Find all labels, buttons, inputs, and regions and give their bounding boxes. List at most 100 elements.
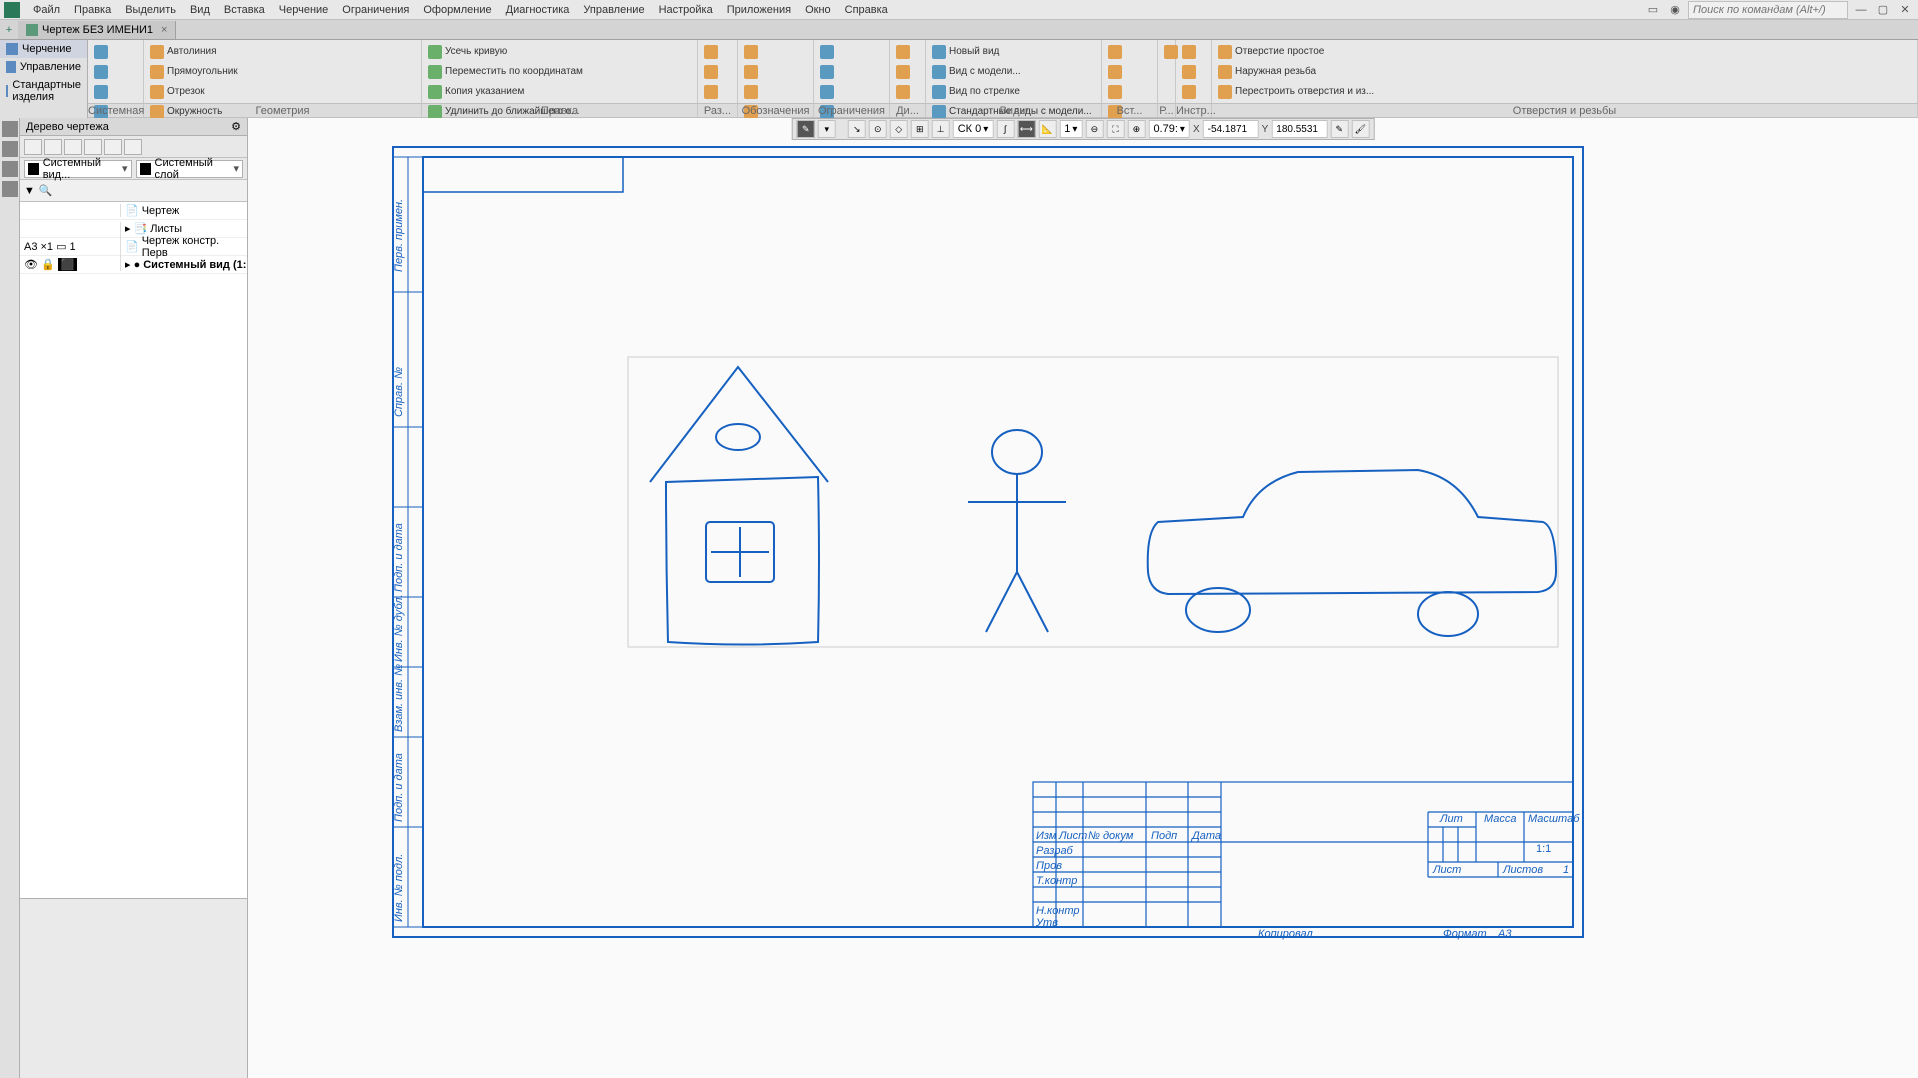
canvas[interactable]: ✎ ▾ ↘ ⊙ ◇ ⊞ ⊥ СК 0 ▾ ∫ ⟷ 📐 1 ▾ ⊖ ⛶ ⊕ 0.7…	[248, 118, 1918, 1078]
view-select[interactable]: Системный вид...▾	[24, 160, 132, 178]
camera-icon[interactable]: ◉	[1666, 2, 1684, 18]
ins2-button[interactable]	[1106, 62, 1124, 81]
ins1-button[interactable]	[1106, 42, 1124, 61]
menu-select[interactable]: Выделить	[118, 2, 183, 18]
ptool-2[interactable]	[44, 139, 62, 155]
side-icon-3[interactable]	[2, 161, 18, 177]
panel-gear-icon[interactable]: ⚙	[231, 120, 241, 133]
rebuild-button[interactable]: Перестроить отверстия и из...	[1216, 82, 1376, 101]
menu-file[interactable]: Файл	[26, 2, 67, 18]
con-h-button[interactable]	[818, 42, 836, 61]
diag1-button[interactable]	[894, 42, 912, 61]
ct-eyedrop-icon[interactable]: ✎	[1330, 120, 1348, 138]
ribbon-mode-tabs: Черчение Управление Стандартные изделия	[0, 40, 88, 118]
menu-insert[interactable]: Вставка	[217, 2, 272, 18]
document-tab[interactable]: Чертеж БЕЗ ИМЕНИ1 ×	[18, 21, 176, 39]
leader-button[interactable]	[742, 42, 760, 61]
ct-zoom-value[interactable]: 0.79: ▾	[1148, 120, 1190, 138]
side-icon-4[interactable]	[2, 181, 18, 197]
tree-sheet-item[interactable]: 📄 Чертеж констр. Перв	[120, 235, 247, 259]
close-button[interactable]: ✕	[1896, 2, 1914, 18]
side-icon-2[interactable]	[2, 141, 18, 157]
ct-grid[interactable]: ⊞	[911, 120, 929, 138]
minimize-button[interactable]: —	[1852, 2, 1870, 18]
trim-button[interactable]: Усечь кривую	[426, 42, 585, 61]
ct-scale-icon[interactable]: 📐	[1038, 120, 1056, 138]
ct-zoomin[interactable]: ⊕	[1127, 120, 1145, 138]
axis-button[interactable]	[742, 82, 760, 101]
mode-manage[interactable]: Управление	[0, 58, 87, 76]
ct-ortho[interactable]: ⊥	[932, 120, 950, 138]
tree-drawing[interactable]: 📄 Чертеж	[120, 204, 247, 217]
menu-edit[interactable]: Правка	[67, 2, 118, 18]
rect-button[interactable]: Прямоугольник	[148, 62, 287, 81]
menu-drawing[interactable]: Черчение	[272, 2, 336, 18]
ct-scale-select[interactable]: 1 ▾	[1059, 120, 1082, 138]
con-v-button[interactable]	[818, 62, 836, 81]
segment-button[interactable]: Отрезок	[148, 82, 287, 101]
ct-cs-select[interactable]: СК 0 ▾	[953, 120, 994, 138]
ptool-6[interactable]	[124, 139, 142, 155]
open-button[interactable]	[92, 62, 110, 81]
ct-brush-icon[interactable]: 🖌	[1351, 120, 1369, 138]
command-search-input[interactable]	[1688, 1, 1848, 19]
ct-snap2[interactable]: ⊙	[869, 120, 887, 138]
ptool-4[interactable]	[84, 139, 102, 155]
copyref-button[interactable]: Копия указанием	[426, 82, 585, 101]
search-icon[interactable]: 🔍	[39, 184, 53, 197]
tree-sysview[interactable]: ▸ ● Системный вид (1:	[120, 258, 247, 271]
layer-select[interactable]: Системный слой▾	[136, 160, 244, 178]
side-icon-1[interactable]	[2, 121, 18, 137]
ct-snap1[interactable]: ↘	[848, 120, 866, 138]
diag2-button[interactable]	[894, 62, 912, 81]
mode-drawing[interactable]: Черчение	[0, 40, 87, 58]
save-button[interactable]	[92, 82, 110, 101]
menu-manage[interactable]: Управление	[576, 2, 651, 18]
ct-int[interactable]: ∫	[996, 120, 1014, 138]
menu-diagnostics[interactable]: Диагностика	[499, 2, 577, 18]
thread-button[interactable]: Наружная резьба	[1216, 62, 1376, 81]
visibility-toggles[interactable]: 👁 🔒 ⬛	[20, 258, 120, 271]
mode-stdparts[interactable]: Стандартные изделия	[0, 76, 87, 106]
dim-radial-button[interactable]	[702, 82, 720, 101]
text-button[interactable]	[742, 62, 760, 81]
layout-icon[interactable]: ▭	[1644, 2, 1662, 18]
ct-zoomout[interactable]: ⊖	[1085, 120, 1103, 138]
hole-simple-button[interactable]: Отверстие простое	[1216, 42, 1376, 61]
menu-settings[interactable]: Настройка	[652, 2, 720, 18]
new-tab-button[interactable]: +	[0, 24, 18, 36]
tool1-button[interactable]	[1180, 42, 1198, 61]
tool3-button[interactable]	[1180, 82, 1198, 101]
con-para-button[interactable]	[818, 82, 836, 101]
arrowview-button[interactable]: Вид по стрелке	[930, 82, 1094, 101]
menu-view[interactable]: Вид	[183, 2, 217, 18]
new-button[interactable]	[92, 42, 110, 61]
sheet-format: А3 ×1 ▭ 1	[20, 240, 120, 253]
ptool-5[interactable]	[104, 139, 122, 155]
ptool-1[interactable]	[24, 139, 42, 155]
modelview-button[interactable]: Вид с модели...	[930, 62, 1094, 81]
ins3-button[interactable]	[1106, 82, 1124, 101]
menu-apps[interactable]: Приложения	[720, 2, 798, 18]
menu-window[interactable]: Окно	[798, 2, 838, 18]
ct-dim-icon[interactable]: ⟷	[1017, 120, 1035, 138]
menu-format[interactable]: Оформление	[416, 2, 498, 18]
tree-sheets[interactable]: ▸ 📑 Листы	[120, 222, 247, 235]
filter-icon[interactable]: ▼	[24, 185, 35, 197]
close-tab-icon[interactable]: ×	[161, 24, 167, 36]
ct-drop[interactable]: ▾	[818, 120, 836, 138]
ct-pen-icon[interactable]: ✎	[797, 120, 815, 138]
menu-constraints[interactable]: Ограничения	[335, 2, 416, 18]
newview-button[interactable]: Новый вид	[930, 42, 1094, 61]
ptool-3[interactable]	[64, 139, 82, 155]
dim-angle-button[interactable]	[702, 62, 720, 81]
diag3-button[interactable]	[894, 82, 912, 101]
menu-help[interactable]: Справка	[838, 2, 895, 18]
maximize-button[interactable]: ▢	[1874, 2, 1892, 18]
ct-zoomfit[interactable]: ⛶	[1106, 120, 1124, 138]
autoline-button[interactable]: Автолиния	[148, 42, 287, 61]
dim-linear-button[interactable]	[702, 42, 720, 61]
ct-snap3[interactable]: ◇	[890, 120, 908, 138]
movecoord-button[interactable]: Переместить по координатам	[426, 62, 585, 81]
tool2-button[interactable]	[1180, 62, 1198, 81]
